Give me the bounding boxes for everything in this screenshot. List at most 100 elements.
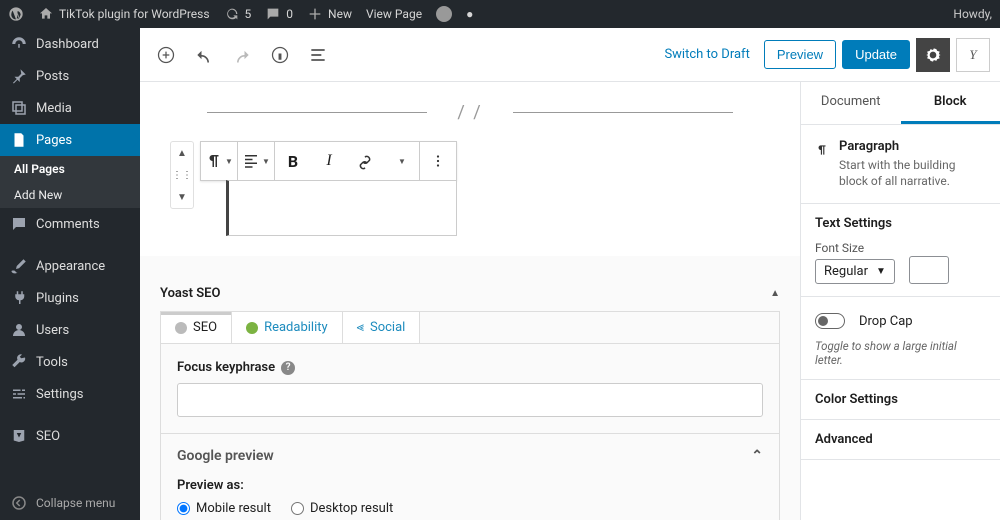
drag-handle-icon[interactable]: ⋮⋮ [171,164,193,186]
comment-icon [10,215,28,233]
font-size-select[interactable]: Regular▼ [815,259,895,284]
page-icon [10,131,28,149]
advanced-panel[interactable]: Advanced [801,420,1000,460]
color-settings-panel[interactable]: Color Settings [801,380,1000,420]
sidebar-item-tools[interactable]: Tools [0,346,140,378]
share-icon: ⪡ [357,320,364,335]
link-icon [356,152,374,170]
collapse-toggle[interactable]: ▲ [770,288,780,299]
seo-tab-seo[interactable]: SEO [161,312,232,343]
seo-tab-social[interactable]: ⪡Social [343,312,421,343]
sidebar-item-seo[interactable]: SEO [0,420,140,452]
seo-heading: Yoast SEO [160,286,220,301]
sidebar-item-settings[interactable]: Settings [0,378,140,410]
yoast-seo-metabox: Yoast SEO ▲ SEO Readability ⪡Social Focu… [140,276,800,520]
seo-tabs: SEO Readability ⪡Social [160,311,780,344]
focus-keyphrase-input[interactable] [177,383,763,417]
text-settings-heading: Text Settings [815,216,986,231]
status-dot: ● [466,7,473,21]
align-button[interactable]: ▼ [238,142,274,180]
wordpress-logo[interactable] [8,6,24,22]
comments-count[interactable]: 0 [265,6,293,22]
list-icon [308,45,328,65]
tab-block[interactable]: Block [901,82,1000,124]
outline-button[interactable] [302,39,334,71]
seo-tab-readability[interactable]: Readability [232,312,343,343]
tab-document[interactable]: Document [801,82,901,124]
switch-to-draft[interactable]: Switch to Draft [656,47,757,62]
yoast-panel-button[interactable]: Y [956,38,990,72]
dashboard-icon [10,35,28,53]
status-dot-green [246,322,258,334]
revisions-count: 5 [245,7,252,21]
preview-as-label: Preview as: [177,478,763,493]
user-icon [10,321,28,339]
undo-button[interactable] [188,39,220,71]
editor-topbar: Switch to Draft Preview Update Y [140,28,1000,82]
chevron-down-icon[interactable]: ▼ [171,186,193,208]
sidebar-submenu: All Pages Add New [0,156,140,208]
block-description: Start with the building block of all nar… [839,158,986,189]
media-icon [10,99,28,117]
block-mover[interactable]: ▲ ⋮⋮ ▼ [170,141,194,209]
undo-icon [194,45,214,65]
sliders-icon [10,385,28,403]
collapse-icon [10,494,28,512]
focus-keyphrase-label: Focus keyphrase [177,360,275,375]
chevron-up-icon[interactable]: ▲ [171,142,193,164]
sidebar-item-media[interactable]: Media [0,92,140,124]
home-icon [38,6,54,22]
submenu-all-pages[interactable]: All Pages [0,156,140,182]
block-type-button[interactable]: ▼ [201,142,237,180]
admin-bar: TikTok plugin for WordPress 5 0 New View… [0,0,1000,28]
site-home[interactable]: TikTok plugin for WordPress [38,6,210,22]
help-icon[interactable]: ? [281,361,295,375]
radio-desktop[interactable]: Desktop result [291,501,393,516]
comment-icon [265,6,281,22]
more-formatting[interactable]: ▼ [383,142,419,180]
sidebar-item-pages[interactable]: Pages [0,124,140,156]
plus-circle-icon [156,45,176,65]
chevron-up-icon[interactable]: ⌃ [751,448,763,464]
paragraph-icon [205,152,223,170]
sidebar-item-dashboard[interactable]: Dashboard [0,28,140,60]
more-options-button[interactable] [420,142,456,180]
editor-canvas: / / ▲ ⋮⋮ ▼ ▼ [140,82,800,520]
view-page[interactable]: View Page [366,7,422,21]
inspector-sidebar: Document Block Paragraph Start with the … [800,82,1000,520]
info-button[interactable] [264,39,296,71]
drop-cap-toggle[interactable] [815,313,845,329]
radio-mobile[interactable]: Mobile result [177,501,271,516]
gear-icon [923,45,943,65]
bold-button[interactable]: B [275,142,311,180]
wrench-icon [10,353,28,371]
add-block-button[interactable] [150,39,182,71]
update-button[interactable]: Update [842,40,910,69]
drop-cap-hint: Toggle to show a large initial letter. [815,339,986,367]
paragraph-input[interactable] [226,180,457,236]
preview-button[interactable]: Preview [764,40,836,69]
chevron-down-icon: ▼ [876,266,886,277]
redo-button[interactable] [226,39,258,71]
status-dot-grey [175,322,187,334]
font-size-custom-input[interactable] [909,256,949,284]
paragraph-icon [815,139,829,161]
submenu-add-new[interactable]: Add New [0,182,140,208]
new-content[interactable]: New [307,6,352,22]
yoast-indicator[interactable] [436,6,452,22]
howdy[interactable]: Howdy, [953,7,992,21]
revisions[interactable]: 5 [224,6,252,22]
sidebar-item-users[interactable]: Users [0,314,140,346]
sidebar-item-plugins[interactable]: Plugins [0,282,140,314]
font-size-label: Font Size [815,241,895,255]
collapse-menu[interactable]: Collapse menu [0,486,140,520]
brush-icon [10,257,28,275]
sidebar-item-posts[interactable]: Posts [0,60,140,92]
sidebar-item-comments[interactable]: Comments [0,208,140,240]
sidebar-item-appearance[interactable]: Appearance [0,250,140,282]
separator-block[interactable]: / / [170,102,770,123]
pin-icon [10,67,28,85]
link-button[interactable] [347,142,383,180]
italic-button[interactable]: I [311,142,347,180]
settings-button[interactable] [916,38,950,72]
